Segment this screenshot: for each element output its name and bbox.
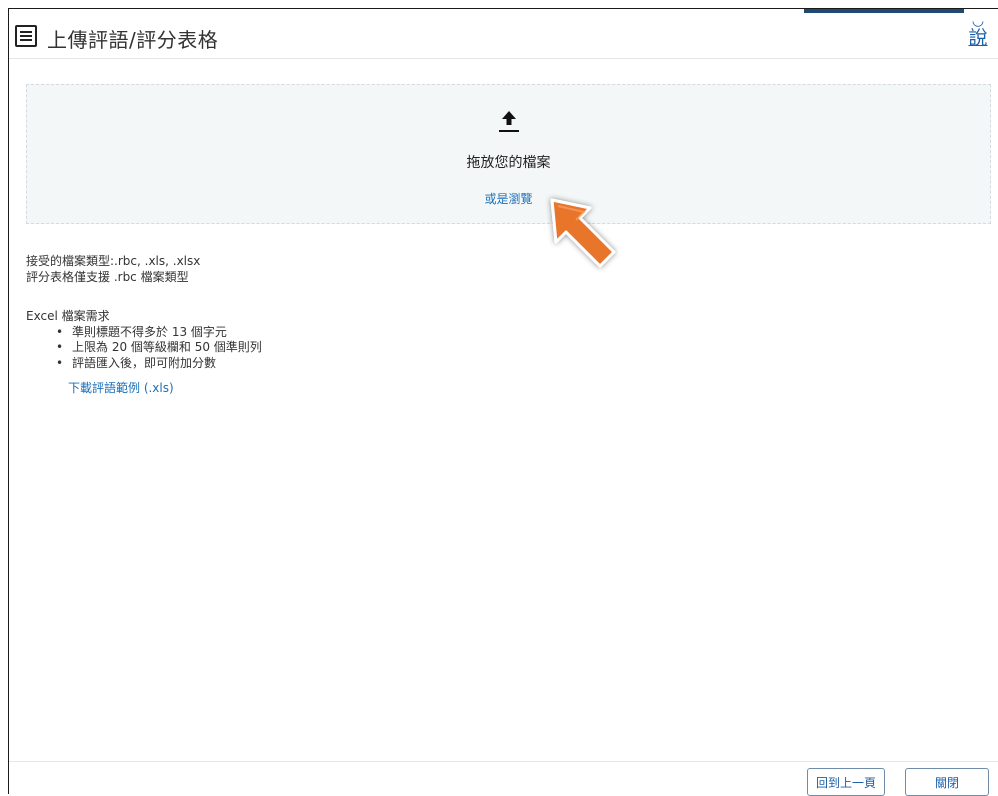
- close-button[interactable]: 關閉: [905, 768, 989, 796]
- dialog-header: 上傳評語/評分表格 ◡ 說: [9, 13, 998, 59]
- dialog-footer: 回到上一頁 關閉: [9, 761, 998, 796]
- browse-link[interactable]: 或是瀏覽: [484, 192, 532, 206]
- file-dropzone[interactable]: 拖放您的檔案 或是瀏覽: [26, 84, 991, 224]
- rubric-support-note: 評分表格僅支援 .rbc 檔案類型: [26, 269, 189, 284]
- file-requirements: 接受的檔案類型:.rbc, .xls, .xlsx 評分表格僅支援 .rbc 檔…: [26, 254, 262, 397]
- dialog-window: 上傳評語/評分表格 ◡ 說 拖放您的檔案 或是瀏覽 接受的檔案類型:.rbc, …: [8, 8, 998, 796]
- list-item: 準則標題不得多於 13 個字元: [56, 325, 262, 341]
- help-link[interactable]: ◡ 說: [964, 13, 992, 59]
- drop-files-text: 拖放您的檔案: [466, 155, 551, 171]
- browse-link-row: 或是瀏覽: [27, 190, 990, 207]
- menu-icon[interactable]: [15, 25, 37, 47]
- accepted-file-types: 接受的檔案類型:.rbc, .xls, .xlsx: [26, 254, 201, 268]
- excel-requirements-heading: Excel 檔案需求: [26, 309, 110, 323]
- help-label: 說: [968, 27, 988, 49]
- excel-requirements-list: 準則標題不得多於 13 個字元 上限為 20 個等級欄和 50 個準則列 評語匯…: [56, 325, 262, 372]
- list-item: 評語匯入後，即可附加分數: [56, 356, 262, 372]
- upload-icon: [499, 111, 519, 132]
- page-title: 上傳評語/評分表格: [47, 28, 219, 52]
- list-item: 上限為 20 個等級欄和 50 個準則列: [56, 340, 262, 356]
- top-accent-bar: [804, 9, 964, 13]
- pointer-arrow-icon: [550, 198, 616, 268]
- download-sample-link[interactable]: 下載評語範例 (.xls): [68, 381, 262, 397]
- eye-icon: ◡: [971, 13, 985, 29]
- back-button[interactable]: 回到上一頁: [807, 768, 885, 796]
